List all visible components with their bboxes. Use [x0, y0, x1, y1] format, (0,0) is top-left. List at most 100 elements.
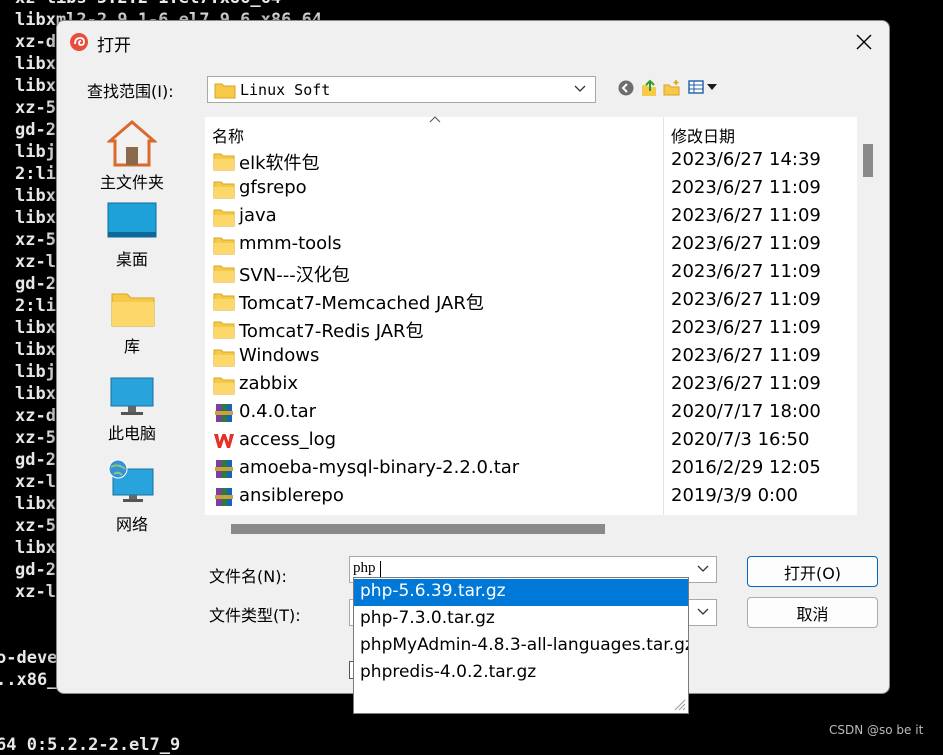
terminal-line: libx [15, 340, 56, 360]
file-date: 2023/6/27 14:39 [671, 149, 821, 170]
column-header-name[interactable]: 名称 [212, 123, 244, 147]
watermark: CSDN @so be it [829, 723, 924, 737]
terminal-line: libx [15, 76, 56, 96]
terminal-line: gd-2 [15, 560, 56, 580]
autocomplete-dropdown[interactable]: phpredis-4.0.2.tar.gz phpMyAdmin-4.8.3-al… [353, 577, 689, 714]
back-icon[interactable] [617, 79, 635, 97]
autocomplete-option-label: php-7.3.0.tar.gz [360, 608, 495, 628]
autocomplete-option[interactable]: phpredis-4.0.2.tar.gz [354, 660, 688, 687]
file-name: SVN---汉化包 [239, 265, 350, 286]
folder-row[interactable]: java 2023/6/27 11:09 [205, 203, 857, 231]
terminal-line: gd-2 [15, 450, 56, 470]
folder-row[interactable]: Windows 2023/6/27 11:09 [205, 343, 857, 371]
terminal-line: 2:li [15, 296, 56, 316]
network-icon [108, 459, 154, 502]
terminal-line: xz-5 [15, 230, 56, 250]
terminal-line: 64 0:5.2.2-2.el7_9 [0, 735, 181, 755]
computer-icon [110, 377, 154, 415]
terminal-line: gd-2 [15, 274, 56, 294]
file-date: 2023/6/27 11:09 [671, 317, 821, 338]
place-label-home: 主文件夹 [99, 173, 164, 192]
autocomplete-option[interactable]: phpMyAdmin-4.8.3-all-languages.tar.gz [354, 633, 688, 660]
file-date: 2016/2/29 12:05 [671, 457, 821, 478]
file-name: Tomcat7-Redis JAR包 [239, 321, 424, 342]
file-list[interactable]: 名称 修改日期 elk软件包 2023/6/27 14:39 gfsrepo 2023… [205, 116, 857, 515]
file-name: 0.4.0.tar [239, 401, 317, 422]
file-date: 2023/6/27 11:09 [671, 289, 821, 310]
place-label-library: 库 [123, 337, 140, 356]
close-button[interactable] [839, 21, 889, 63]
folder-row[interactable]: gfsrepo 2023/6/27 11:09 [205, 175, 857, 203]
file-date: 2023/6/27 11:09 [671, 233, 821, 254]
home-icon [107, 120, 157, 167]
horizontal-scrollbar-thumb[interactable] [231, 524, 605, 534]
resize-grip-icon[interactable] [672, 697, 686, 711]
terminal-line: libx [15, 186, 56, 206]
folder-icon [213, 347, 235, 367]
folder-icon [213, 263, 235, 283]
folder-icon [213, 291, 235, 311]
file-name: Windows [239, 345, 320, 366]
folder-row[interactable]: Tomcat7-Redis JAR包 2023/6/27 11:09 [205, 315, 857, 343]
folder-row[interactable]: Tomcat7-Memcached JAR包 2023/6/27 11:09 [205, 287, 857, 315]
archive-icon [213, 403, 235, 423]
view-menu-icon[interactable] [688, 79, 720, 95]
terminal-line: libx [15, 318, 56, 338]
autocomplete-option[interactable]: php-5.6.39.tar.gz [354, 579, 688, 606]
file-name: ansiblerepo [239, 485, 344, 506]
look-in-combobox[interactable]: Linux Soft [207, 76, 596, 103]
look-in-label: 查找范围(I): [87, 82, 174, 101]
folder-icon [213, 207, 235, 227]
places-bar: 主文件夹 桌面 库 此电脑 网络 [87, 114, 207, 534]
terminal-line: xz-d [15, 32, 56, 52]
vertical-scrollbar-thumb[interactable] [863, 144, 873, 177]
chevron-down-icon [697, 608, 709, 615]
terminal-line: libx [15, 494, 56, 514]
look-in-value: Linux Soft [240, 81, 331, 99]
wps-document-icon [213, 431, 235, 451]
file-name: java [239, 205, 277, 226]
terminal-line: xz-5 [15, 516, 56, 536]
title-bar: 打开 [57, 21, 889, 63]
chevron-down-icon[interactable] [696, 563, 710, 575]
file-row[interactable]: amoeba-mysql-binary-2.2.0.tar 2016/2/29 1… [205, 455, 857, 483]
file-date: 2020/7/3 16:50 [671, 429, 810, 450]
folder-row[interactable]: zabbix 2023/6/27 11:09 [205, 371, 857, 399]
library-folder-icon [111, 293, 155, 327]
filetype-label: 文件类型(T): [209, 606, 301, 625]
file-row[interactable]: access_log 2020/7/3 16:50 [205, 427, 857, 455]
folder-icon [213, 319, 235, 339]
terminal-line: gd-2 [15, 120, 56, 140]
autocomplete-option[interactable]: php-7.3.0.tar.gz [354, 606, 688, 633]
terminal-line: libx [15, 208, 56, 228]
desktop-icon [107, 202, 157, 238]
autocomplete-option-label: phpMyAdmin-4.8.3-all-languages.tar.gz [360, 635, 689, 655]
open-button[interactable]: 打开(O) [747, 556, 878, 587]
new-folder-icon[interactable] [663, 79, 681, 97]
file-name: mmm-tools [239, 233, 342, 254]
terminal-line: libx [15, 384, 56, 404]
folder-icon [213, 235, 235, 255]
file-date: 2023/6/27 11:09 [671, 345, 821, 366]
column-header-date[interactable]: 修改日期 [671, 123, 735, 147]
up-folder-icon[interactable] [640, 79, 658, 97]
autocomplete-option-label: php-5.6.39.tar.gz [360, 581, 506, 601]
chevron-down-icon [574, 85, 586, 92]
dialog-title: 打开 [97, 36, 131, 56]
file-date: 2023/6/27 11:09 [671, 373, 821, 394]
place-label-network: 网络 [115, 515, 148, 534]
autocomplete-option-label: phpredis-4.0.2.tar.gz [360, 662, 537, 682]
folder-row[interactable]: elk软件包 2023/6/27 14:39 [205, 147, 857, 175]
terminal-line: xz-l [15, 472, 56, 492]
folder-row[interactable]: SVN---汉化包 2023/6/27 11:09 [205, 259, 857, 287]
file-name: gfsrepo [239, 177, 307, 198]
archive-icon [213, 487, 235, 507]
file-row[interactable]: ansiblerepo 2019/3/9 0:00 [205, 483, 857, 511]
file-date: 2023/6/27 11:09 [671, 261, 821, 282]
cancel-button[interactable]: 取消 [747, 597, 878, 628]
file-name: amoeba-mysql-binary-2.2.0.tar [239, 457, 520, 478]
folder-row[interactable]: mmm-tools 2023/6/27 11:09 [205, 231, 857, 259]
file-row[interactable]: 0.4.0.tar 2020/7/17 18:00 [205, 399, 857, 427]
place-label-desktop: 桌面 [115, 250, 148, 269]
sort-ascending-icon [429, 116, 441, 123]
